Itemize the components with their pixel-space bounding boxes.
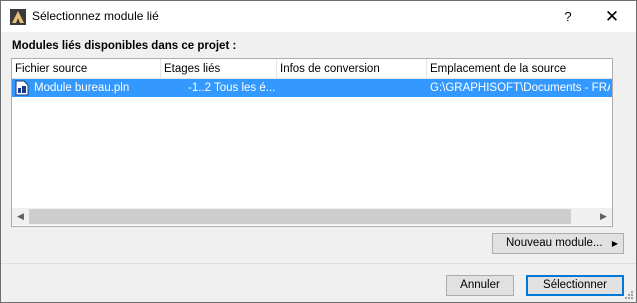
select-button[interactable]: Sélectionner <box>526 275 624 296</box>
app-icon <box>10 9 26 25</box>
title-bar: Sélectionnez module lié ? ✕ <box>1 1 636 32</box>
cell-source-location: G:\GRAPHISOFT\Documents - FRA <box>430 82 610 94</box>
module-file-icon <box>15 80 29 96</box>
column-header-source-file[interactable]: Fichier source <box>12 59 161 78</box>
help-button[interactable]: ? <box>553 1 583 32</box>
new-module-button[interactable]: Nouveau module... ▶ <box>492 233 624 254</box>
close-button[interactable]: ✕ <box>597 1 627 32</box>
button-separator <box>1 263 636 264</box>
cell-source-file: Module bureau.pln <box>34 82 130 94</box>
column-header-source-location[interactable]: Emplacement de la source <box>427 59 612 78</box>
linked-modules-list[interactable]: Fichier source Etages liés Infos de conv… <box>11 58 613 227</box>
column-header-conversion-info[interactable]: Infos de conversion <box>277 59 427 78</box>
horizontal-scrollbar[interactable]: ◀ ▶ <box>12 208 612 225</box>
resize-grip-icon[interactable] <box>624 290 634 300</box>
submenu-arrow-icon: ▶ <box>611 239 618 248</box>
cell-linked-stories: -1..2 Tous les é... <box>188 82 276 94</box>
scroll-left-arrow-icon[interactable]: ◀ <box>12 208 29 225</box>
new-module-label: Nouveau module... <box>506 237 603 249</box>
table-row[interactable]: Module bureau.pln -1..2 Tous les é... G:… <box>12 79 612 97</box>
window-title: Sélectionnez module lié <box>32 9 159 23</box>
cancel-button[interactable]: Annuler <box>446 275 514 296</box>
column-header-linked-stories[interactable]: Etages liés <box>161 59 277 78</box>
cell-conversion-info <box>280 79 425 97</box>
scroll-right-arrow-icon[interactable]: ▶ <box>595 208 612 225</box>
select-linked-module-dialog: Sélectionnez module lié ? ✕ Modules liés… <box>0 0 637 303</box>
section-label: Modules liés disponibles dans ce projet … <box>12 40 237 52</box>
scrollbar-thumb[interactable] <box>29 209 571 224</box>
list-header: Fichier source Etages liés Infos de conv… <box>12 59 612 79</box>
